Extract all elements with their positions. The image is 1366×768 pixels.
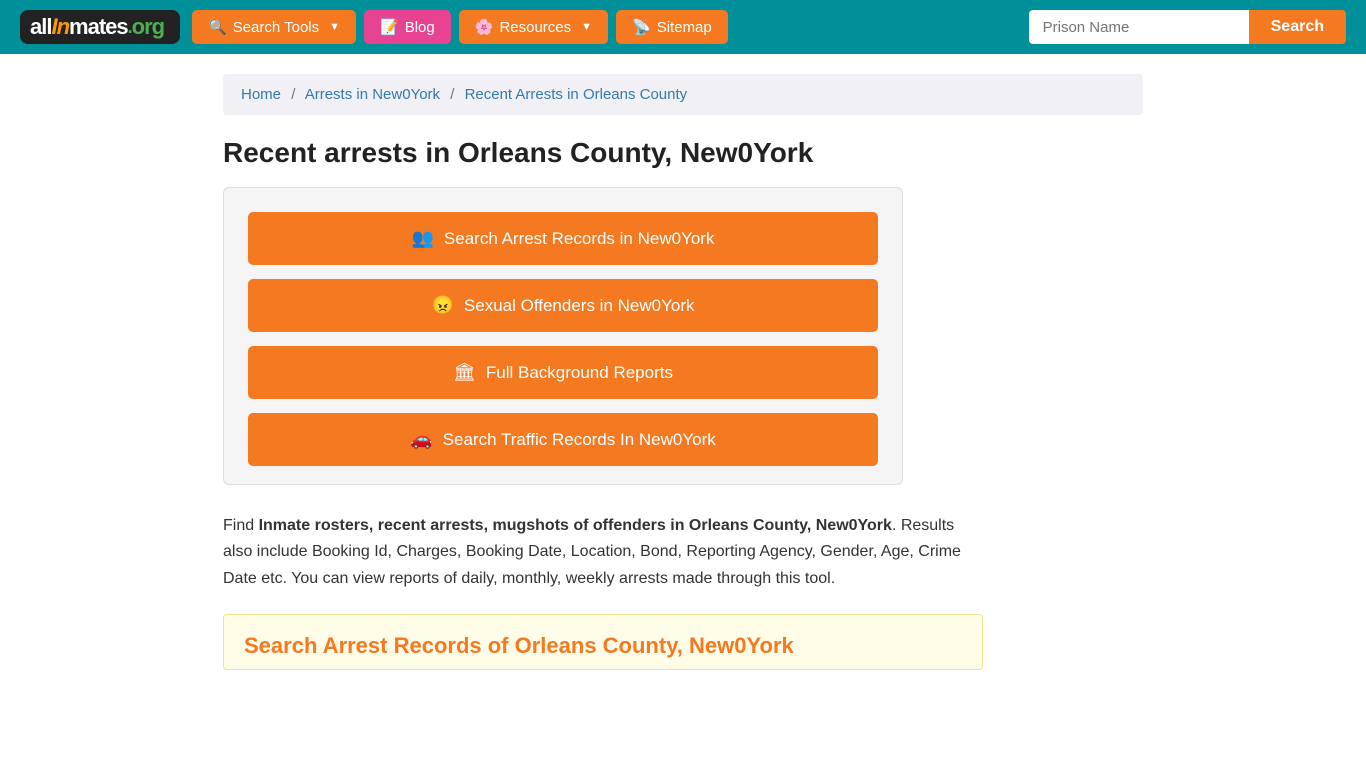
- traffic-records-label: Search Traffic Records In New0York: [443, 430, 716, 450]
- search-arrest-records-button[interactable]: 👥 Search Arrest Records in New0York: [248, 212, 878, 265]
- site-logo[interactable]: allInmates.org: [20, 10, 180, 44]
- breadcrumb-current: Recent Arrests in Orleans County: [465, 86, 688, 103]
- logo-inmates: In: [51, 14, 69, 40]
- search-traffic-records-button[interactable]: 🚗 Search Traffic Records In New0York: [248, 413, 878, 466]
- car-icon: 🚗: [410, 429, 432, 450]
- search-tools-chevron-icon: ▼: [329, 21, 340, 33]
- people-icon: 👥: [412, 228, 434, 249]
- offender-icon: 😠: [431, 295, 453, 316]
- main-nav: 🔍 Search Tools ▼ 📝 Blog 🌸 Resources ▼ 📡 …: [192, 10, 1017, 44]
- header-search: Search: [1029, 10, 1346, 44]
- resources-label: Resources: [499, 19, 571, 36]
- resources-chevron-icon: ▼: [581, 21, 592, 33]
- search-tools-button[interactable]: 🔍 Search Tools ▼: [192, 10, 356, 44]
- resources-icon: 🌸: [475, 18, 494, 36]
- description-bold: Inmate rosters, recent arrests, mugshots…: [259, 517, 892, 534]
- blog-label: Blog: [405, 19, 435, 36]
- breadcrumb-home[interactable]: Home: [241, 86, 281, 103]
- yellow-heading: Search Arrest Records of Orleans County,…: [244, 633, 962, 659]
- page-title: Recent arrests in Orleans County, New0Yo…: [223, 137, 1143, 169]
- blog-button[interactable]: 📝 Blog: [364, 10, 451, 44]
- breadcrumb: Home / Arrests in New0York / Recent Arre…: [223, 74, 1143, 115]
- sexual-offenders-label: Sexual Offenders in New0York: [464, 296, 695, 316]
- search-tools-icon: 🔍: [208, 18, 227, 36]
- main-content: Home / Arrests in New0York / Recent Arre…: [203, 54, 1163, 710]
- header: allInmates.org 🔍 Search Tools ▼ 📝 Blog 🌸…: [0, 0, 1366, 54]
- sitemap-button[interactable]: 📡 Sitemap: [616, 10, 728, 44]
- resources-button[interactable]: 🌸 Resources ▼: [459, 10, 608, 44]
- breadcrumb-arrests[interactable]: Arrests in New0York: [305, 86, 440, 103]
- sexual-offenders-button[interactable]: 😠 Sexual Offenders in New0York: [248, 279, 878, 332]
- action-buttons-box: 👥 Search Arrest Records in New0York 😠 Se…: [223, 187, 903, 485]
- logo-org: org: [132, 14, 164, 40]
- search-tools-label: Search Tools: [233, 19, 319, 36]
- breadcrumb-sep-1: /: [291, 86, 295, 103]
- yellow-section: Search Arrest Records of Orleans County,…: [223, 614, 983, 670]
- search-arrest-label: Search Arrest Records in New0York: [444, 229, 715, 249]
- blog-icon: 📝: [380, 18, 399, 36]
- building-icon: 🏛: [453, 362, 476, 383]
- description-paragraph: Find Inmate rosters, recent arrests, mug…: [223, 513, 983, 592]
- logo-rest: mates: [69, 14, 128, 40]
- logo-all: all: [30, 14, 51, 40]
- prison-name-input[interactable]: [1029, 10, 1249, 44]
- sitemap-label: Sitemap: [657, 19, 712, 36]
- description-intro: Find: [223, 517, 259, 534]
- breadcrumb-sep-2: /: [450, 86, 454, 103]
- sitemap-icon: 📡: [632, 18, 651, 36]
- search-button[interactable]: Search: [1249, 10, 1346, 44]
- full-background-reports-button[interactable]: 🏛 Full Background Reports: [248, 346, 878, 399]
- full-background-label: Full Background Reports: [486, 363, 673, 383]
